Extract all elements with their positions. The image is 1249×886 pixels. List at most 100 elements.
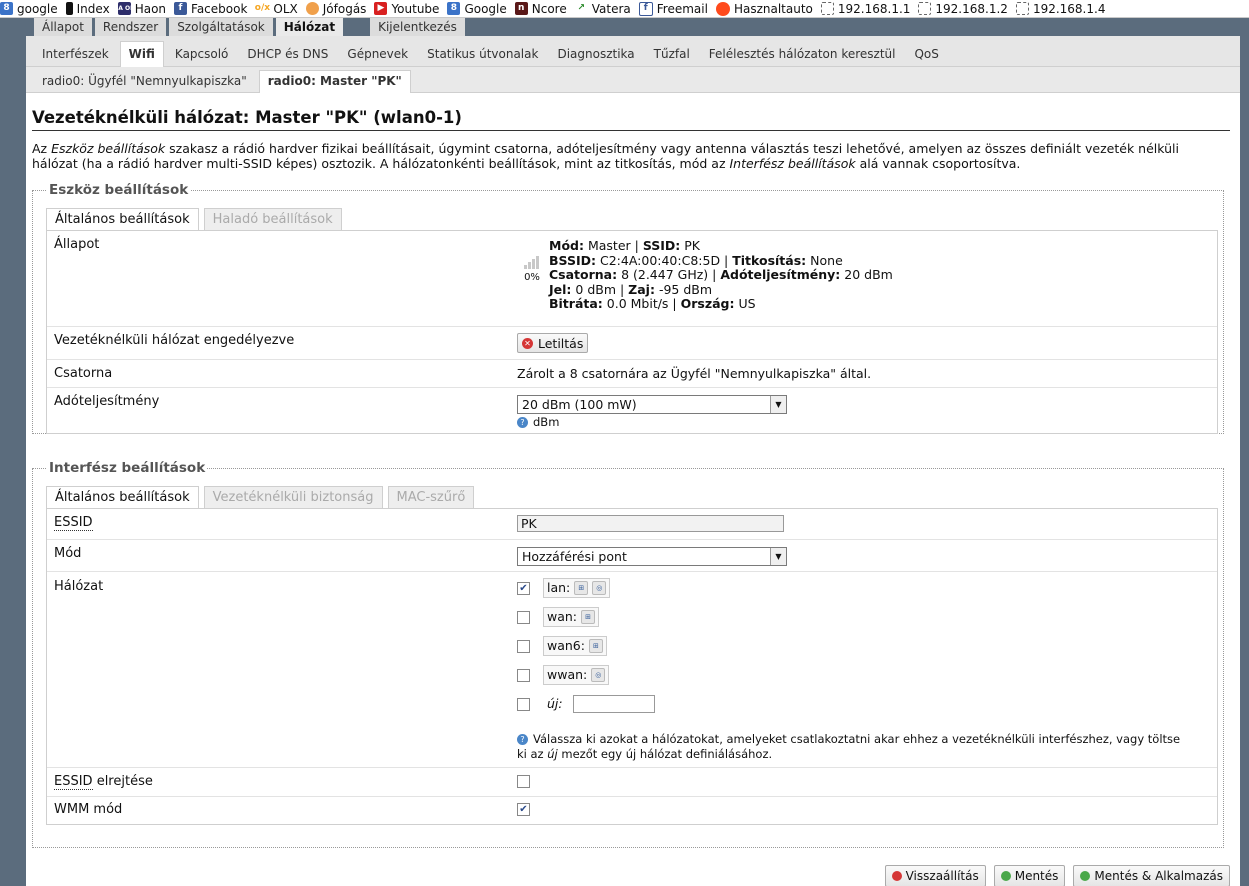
disable-button[interactable]: ✕ Letiltás <box>517 333 589 353</box>
bookmark-hasznaltauto[interactable]: Hasznaltauto <box>715 1 813 16</box>
top-tab-0[interactable]: Állapot <box>34 18 92 36</box>
bookmark-label: Ncore <box>531 1 567 16</box>
essid-input[interactable]: PK <box>517 515 784 532</box>
bookmark-haon[interactable]: HA ON Haon <box>113 2 166 16</box>
subtab-0[interactable]: Interfészek <box>34 42 117 66</box>
bookmark-192-168-1-2[interactable]: 192.168.1.2 <box>918 2 1008 16</box>
interface-settings-fieldset: Interfész beállítások Általános beállítá… <box>32 460 1224 848</box>
wireless-icon: ◎ <box>592 581 607 595</box>
bookmark-label: Jófogás <box>322 1 367 16</box>
wireless-icon: ◎ <box>591 668 606 682</box>
network-item-2[interactable]: wan6: ⊞ <box>543 636 607 656</box>
subtab-6[interactable]: Diagnosztika <box>549 42 642 66</box>
status-key: Bitráta: <box>549 296 603 311</box>
bookmark-j-fog-s[interactable]: Jófogás <box>305 1 367 16</box>
network-checkbox-3[interactable] <box>517 669 530 682</box>
bookmark-facebook[interactable]: f Facebook <box>174 2 247 16</box>
network-row: Hálózat ✔ lan: ⊞ ◎ wan: ⊞ wan6: ⊞ wwan: ◎ új: ? Vál… <box>47 572 1217 768</box>
olx-icon: o/x <box>254 2 271 15</box>
bookmark-ncore[interactable]: n Ncore <box>514 1 567 16</box>
network-checkbox-0[interactable]: ✔ <box>517 582 530 595</box>
top-tab-2[interactable]: Szolgáltatások <box>169 18 273 36</box>
status-value: 0 dBm | <box>571 281 629 297</box>
interface-tab-0[interactable]: Általános beállítások <box>46 486 199 509</box>
device-tab-1[interactable]: Haladó beállítások <box>203 208 342 231</box>
interface-tab-2[interactable]: MAC-szűrő <box>387 486 475 509</box>
help-icon: ? <box>517 734 528 745</box>
subtab-7[interactable]: Tűzfal <box>646 42 698 66</box>
desc-text: alá vannak csoportosítva. <box>855 156 1021 171</box>
interface-settings-legend: Interfész beállítások <box>47 460 208 476</box>
status-value: 0.0 Mbit/s | <box>602 296 681 311</box>
wmm-label: WMM mód <box>54 802 123 817</box>
subtab-3[interactable]: DHCP és DNS <box>239 42 336 66</box>
hide-essid-row: ESSID elrejtése <box>47 768 1217 797</box>
hide-essid-text: elrejtése <box>92 774 153 789</box>
mode-select[interactable]: Hozzáférési pont ▼ <box>517 547 787 566</box>
network-help-italic: új <box>547 747 558 761</box>
bookmark-google[interactable]: 8 Google <box>447 2 507 16</box>
ncore-icon: n <box>514 2 528 15</box>
signal-icon <box>524 255 540 269</box>
index-icon <box>65 2 73 15</box>
new-network-checkbox[interactable] <box>517 698 530 711</box>
txpower-help-text: dBm <box>533 415 560 429</box>
top-tabs: Állapot Rendszer Szolgáltatások Hálózat Kije… <box>34 18 468 36</box>
device-settings-tabs: Általános beállítások Haladó beállítások <box>46 208 347 231</box>
network-item-3[interactable]: wwan: ◎ <box>543 665 610 685</box>
radio-tab-1[interactable]: radio0: Master "PK" <box>258 70 411 93</box>
subtab-5[interactable]: Statikus útvonalak <box>419 42 546 66</box>
disable-button-label: Letiltás <box>538 335 584 351</box>
wmm-checkbox[interactable]: ✔ <box>517 803 530 816</box>
network-checkbox-1[interactable] <box>517 611 530 624</box>
dropdown-arrow-icon: ▼ <box>770 548 786 565</box>
status-value: C2:4A:00:40:C8:5D | <box>596 252 733 268</box>
interface-tab-1[interactable]: Vezetéknélküli biztonság <box>203 486 383 509</box>
device-settings-panel: Állapot 0% Mód: Master | SSID: PK BSSID:… <box>46 230 1218 434</box>
hasznaltauto-icon <box>715 1 730 16</box>
footer-actions: Visszaállítás Mentés Mentés & Alkalmazás <box>877 865 1230 886</box>
network-help-text: mezőt egy új hálózat definiálásához. <box>557 747 773 761</box>
save-button[interactable]: Mentés <box>993 865 1066 886</box>
new-network-input[interactable] <box>573 695 655 713</box>
bookmark-index[interactable]: Index <box>65 2 110 16</box>
reset-button[interactable]: Visszaállítás <box>884 865 986 886</box>
device-tab-0[interactable]: Általános beállítások <box>46 208 199 231</box>
bookmark-192-168-1-4[interactable]: 192.168.1.4 <box>1015 2 1105 16</box>
subtab-1[interactable]: Wifi <box>119 41 164 67</box>
essid-label-text: ESSID <box>54 515 93 531</box>
desc-text: Az <box>32 141 52 156</box>
new-network-label: új: <box>547 696 563 711</box>
top-tab-1[interactable]: Rendszer <box>94 18 167 36</box>
bookmark-youtube[interactable]: ▶ Youtube <box>374 2 439 16</box>
status-value: 20 dBm <box>840 267 893 282</box>
status-key: Adóteljesítmény: <box>720 267 841 282</box>
subtab-9[interactable]: QoS <box>906 42 946 66</box>
subtab-8[interactable]: Felélesztés hálózaton keresztül <box>701 42 904 66</box>
top-tab-3[interactable]: Hálózat <box>275 18 344 36</box>
status-key: Titkosítás: <box>732 252 807 268</box>
bookmark-freemail[interactable]: f Freemail <box>638 1 708 16</box>
save-apply-button[interactable]: Mentés & Alkalmazás <box>1073 865 1230 886</box>
subtab-2[interactable]: Kapcsoló <box>167 42 237 66</box>
bookmark-vatera[interactable]: ↗ Vatera <box>574 2 631 16</box>
network-item-1[interactable]: wan: ⊞ <box>543 607 600 627</box>
network-checkbox-2[interactable] <box>517 640 530 653</box>
hide-essid-label: ESSID elrejtése <box>54 774 153 790</box>
status-block: 0% Mód: Master | SSID: PK BSSID: C2:4A:0… <box>517 238 893 312</box>
hide-essid-checkbox[interactable] <box>517 775 530 788</box>
txpower-select[interactable]: 20 dBm (100 mW) ▼ <box>517 395 787 414</box>
bookmark-google[interactable]: 8 google <box>0 2 58 16</box>
network-label: Hálózat <box>54 579 104 594</box>
bookmark-192-168-1-1[interactable]: 192.168.1.1 <box>820 2 910 16</box>
network-item-0[interactable]: lan: ⊞ ◎ <box>543 578 611 598</box>
bookmark-label: Youtube <box>391 1 440 16</box>
radio-tab-0[interactable]: radio0: Ügyfél "Nemnyulkapiszka" <box>34 71 255 92</box>
logout-tab[interactable]: Kijelentkezés <box>370 18 465 36</box>
txpower-help: ? dBm <box>517 415 559 429</box>
page-title: Vezetéknélküli hálózat: Master "PK" (wla… <box>32 108 1230 131</box>
device-settings-legend: Eszköz beállítások <box>47 182 191 198</box>
subtab-4[interactable]: Gépnevek <box>339 42 416 66</box>
bookmark-olx[interactable]: o/x OLX <box>254 2 298 16</box>
network-subtabs: Interfészek Wifi Kapcsoló DHCP és DNS Gépnev… <box>26 36 1240 67</box>
